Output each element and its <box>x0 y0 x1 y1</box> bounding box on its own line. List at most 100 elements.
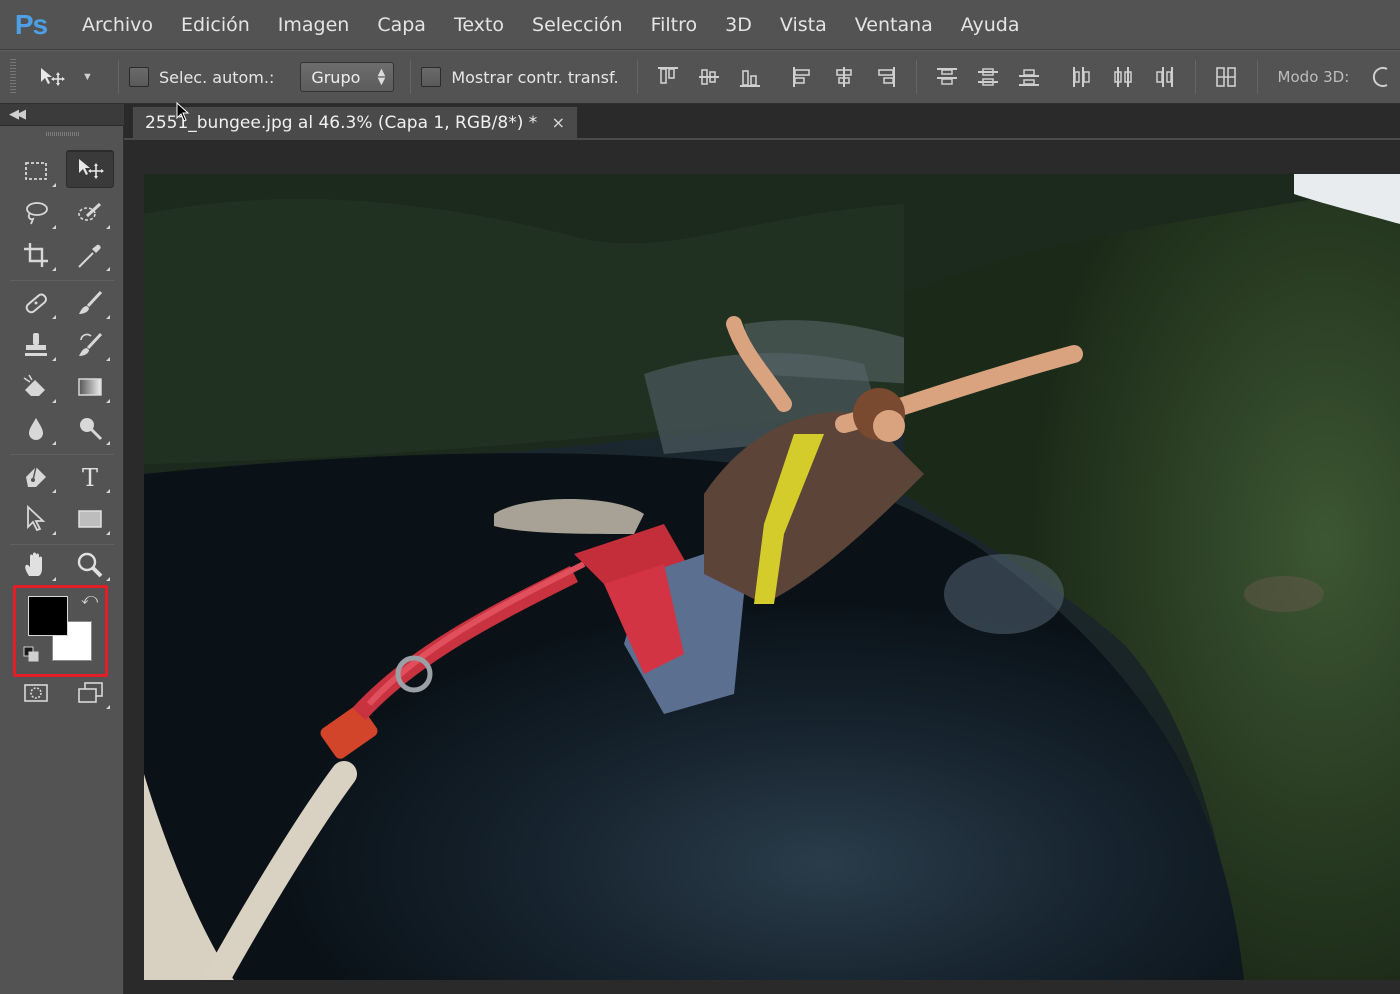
tool-spot-healing[interactable] <box>12 284 60 322</box>
align-top-button[interactable] <box>648 60 689 94</box>
auto-select-dropdown[interactable]: Grupo ▲ ▼ <box>300 62 395 92</box>
document-canvas[interactable] <box>144 174 1400 980</box>
distribute-vcenter-button[interactable] <box>968 60 1009 94</box>
photoshop-logo: Ps <box>14 8 48 40</box>
menu-edicion[interactable]: Edición <box>181 14 250 36</box>
mouse-cursor-icon <box>176 102 190 122</box>
tab-strip <box>124 138 1400 140</box>
pen-icon <box>26 466 46 487</box>
color-swatches-highlight: ⤺ <box>13 585 108 677</box>
toolbox-grip[interactable] <box>46 132 80 136</box>
distribute-bottom-icon <box>1019 69 1040 86</box>
tool-rectangular-marquee[interactable] <box>12 152 60 190</box>
menu-ayuda[interactable]: Ayuda <box>961 14 1020 36</box>
align-vcenter-button[interactable] <box>689 60 730 94</box>
divider <box>915 60 917 94</box>
menu-vista[interactable]: Vista <box>780 14 827 36</box>
menu-capa[interactable]: Capa <box>377 14 426 36</box>
close-tab-icon[interactable]: × <box>552 113 565 132</box>
tool-gradient[interactable] <box>66 368 114 406</box>
distribute-top-icon <box>937 68 958 85</box>
distribute-right-icon <box>1156 67 1174 87</box>
align-buttons <box>648 60 1268 94</box>
tool-clone-stamp[interactable] <box>12 326 60 364</box>
tool-eraser[interactable] <box>12 368 60 406</box>
auto-select-checkbox[interactable] <box>129 67 149 87</box>
type-icon: T <box>82 464 98 492</box>
divider <box>118 60 119 94</box>
options-bar-grip[interactable] <box>10 59 16 95</box>
distribute-top-button[interactable] <box>927 60 968 94</box>
align-hcenter-button[interactable] <box>824 60 865 94</box>
show-transform-label: Mostrar contr. transf. <box>451 67 619 87</box>
document-tab[interactable]: 2551_bungee.jpg al 46.3% (Capa 1, RGB/8*… <box>132 106 578 138</box>
toolbox: T ⤺ <box>0 126 124 994</box>
rectangular-marquee-icon <box>25 162 47 180</box>
tool-screen-mode[interactable] <box>66 674 114 712</box>
tool-quick-selection[interactable] <box>66 194 114 232</box>
crop-icon <box>24 243 48 267</box>
menu-ventana[interactable]: Ventana <box>855 14 933 36</box>
align-vertical-centers-icon <box>699 69 720 85</box>
menu-archivo[interactable]: Archivo <box>82 14 153 36</box>
align-right-button[interactable] <box>865 60 906 94</box>
tool-zoom[interactable] <box>66 546 114 584</box>
menu-imagen[interactable]: Imagen <box>278 14 350 36</box>
auto-align-layers-icon <box>1216 67 1236 87</box>
zoom-icon <box>77 552 103 578</box>
tool-dodge[interactable] <box>66 410 114 448</box>
divider <box>636 60 638 94</box>
menu-seleccion[interactable]: Selección <box>532 14 623 36</box>
tool-hand[interactable] <box>12 546 60 584</box>
eyedropper-icon <box>78 244 101 268</box>
clone-stamp-icon <box>25 333 47 356</box>
distribute-left-icon <box>1073 67 1090 87</box>
orbit-3d-icon[interactable] <box>1371 65 1395 89</box>
brush-icon <box>79 290 103 314</box>
tool-brush[interactable] <box>66 284 114 322</box>
tool-crop[interactable] <box>12 236 60 274</box>
quick-mask-icon <box>24 684 48 702</box>
history-brush-icon <box>79 332 103 356</box>
show-transform-checkbox[interactable] <box>421 67 442 87</box>
align-top-edges-icon <box>658 67 679 84</box>
gradient-icon <box>78 378 102 396</box>
tool-rectangle[interactable] <box>66 500 114 538</box>
tool-history-brush[interactable] <box>66 326 114 364</box>
tool-lasso[interactable] <box>12 194 60 232</box>
mode-3d-label: Modo 3D: <box>1277 68 1350 86</box>
dodge-icon <box>80 418 103 441</box>
toolbox-header: ◀◀ <box>0 104 124 126</box>
move-tool-icon <box>79 159 104 179</box>
align-left-button[interactable] <box>783 60 824 94</box>
tool-path-selection[interactable] <box>12 500 60 538</box>
tool-type[interactable]: T <box>66 458 114 496</box>
default-colors-icon[interactable] <box>23 646 39 662</box>
menu-filtro[interactable]: Filtro <box>651 14 698 36</box>
auto-align-button[interactable] <box>1206 60 1247 94</box>
distribute-left-button[interactable] <box>1062 60 1103 94</box>
tool-preset-picker[interactable]: ▼ <box>38 66 108 88</box>
auto-select-value: Grupo <box>311 67 361 87</box>
distribute-hcenter-button[interactable] <box>1103 60 1144 94</box>
spot-healing-brush-icon <box>25 293 48 314</box>
distribute-bottom-button[interactable] <box>1009 60 1050 94</box>
tool-blur[interactable] <box>12 410 60 448</box>
quick-selection-icon <box>78 202 102 221</box>
swap-colors-icon[interactable]: ⤺ <box>81 591 98 609</box>
align-bottom-button[interactable] <box>730 60 771 94</box>
align-bottom-edges-icon <box>740 70 761 87</box>
options-bar: ▼ Selec. autom.: Grupo ▲ ▼ Mostrar contr.… <box>0 50 1400 104</box>
blur-icon <box>29 418 43 440</box>
tool-pen[interactable] <box>12 458 60 496</box>
tool-quick-mask[interactable] <box>12 674 60 712</box>
toolbox-divider <box>10 280 114 281</box>
foreground-color-swatch[interactable] <box>28 596 68 636</box>
collapse-panel-icon[interactable]: ◀◀ <box>9 106 26 122</box>
menu-texto[interactable]: Texto <box>454 14 504 36</box>
distribute-right-button[interactable] <box>1144 60 1185 94</box>
menu-3d[interactable]: 3D <box>725 14 752 36</box>
tool-eyedropper[interactable] <box>66 236 114 274</box>
tool-move[interactable] <box>66 150 114 188</box>
menu-bar: Ps Archivo Edición Imagen Capa Texto Sel… <box>0 0 1400 50</box>
